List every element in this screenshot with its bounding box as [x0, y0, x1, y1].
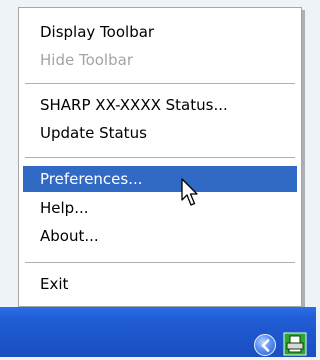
menu-separator [25, 157, 295, 158]
menu-item-about[interactable]: About... [23, 223, 297, 249]
menu-separator [25, 83, 295, 84]
menu-item-preferences[interactable]: Preferences... [23, 166, 297, 192]
menu-item-update-status[interactable]: Update Status [23, 120, 297, 146]
menu-item-status[interactable]: SHARP XX-XXXX Status... [23, 92, 297, 118]
show-hidden-icons-chevron-icon[interactable] [254, 334, 276, 356]
menu-separator [25, 262, 295, 263]
context-menu: Display Toolbar Hide Toolbar SHARP XX-XX… [18, 7, 302, 307]
menu-item-help[interactable]: Help... [23, 195, 297, 221]
menu-item-hide-toolbar: Hide Toolbar [40, 51, 133, 69]
mouse-pointer-icon [181, 178, 198, 206]
printer-status-icon[interactable] [283, 332, 307, 356]
menu-item-display-toolbar[interactable]: Display Toolbar [23, 19, 297, 45]
menu-item-exit[interactable]: Exit [23, 271, 297, 297]
